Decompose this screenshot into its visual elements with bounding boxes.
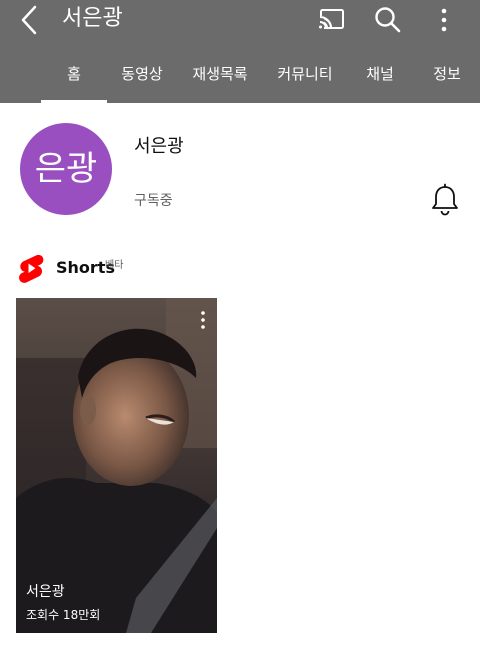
search-icon [375,7,401,33]
back-button[interactable] [14,4,46,36]
bell-icon [432,183,458,216]
cast-icon [319,9,344,30]
tab-about[interactable]: 정보 [430,52,464,103]
card-more-button[interactable] [195,308,211,332]
tab-label: 커뮤니티 [277,65,333,83]
more-vert-icon [441,8,447,32]
tab-label: 채널 [366,65,394,83]
tab-label: 홈 [67,65,81,83]
tab-label: 정보 [433,65,461,83]
notification-bell-button[interactable] [428,182,462,218]
tab-playlists[interactable]: 재생목록 [190,52,250,103]
tab-channels[interactable]: 채널 [364,52,396,103]
tab-home[interactable]: 홈 [41,52,107,103]
shorts-logo-icon [17,253,45,283]
subscription-status[interactable]: 구독중 [134,190,173,210]
search-button[interactable] [372,4,404,36]
more-vert-icon [201,311,205,329]
channel-tabs: 홈 동영상 재생목록 커뮤니티 채널 정보 [0,52,480,103]
short-video-card[interactable]: 서은광 조회수 18만회 [16,298,217,633]
short-view-count: 조회수 18만회 [26,608,101,622]
cast-button[interactable] [316,4,348,36]
tab-community[interactable]: 커뮤니티 [275,52,335,103]
avatar: 은광 [20,123,112,215]
beta-badge: 베타 [105,260,124,271]
top-app-bar: 서은광 홈 동영상 재생목록 커뮤니티 채널 정보 [0,0,480,103]
more-options-button[interactable] [428,4,460,36]
page-title: 서은광 [62,6,123,31]
tab-videos[interactable]: 동영상 [117,52,167,103]
tab-label: 동영상 [121,65,163,83]
tab-label: 재생목록 [192,65,248,83]
back-arrow-icon [21,5,37,35]
channel-name: 서은광 [134,136,184,157]
short-title: 서은광 [26,584,65,600]
